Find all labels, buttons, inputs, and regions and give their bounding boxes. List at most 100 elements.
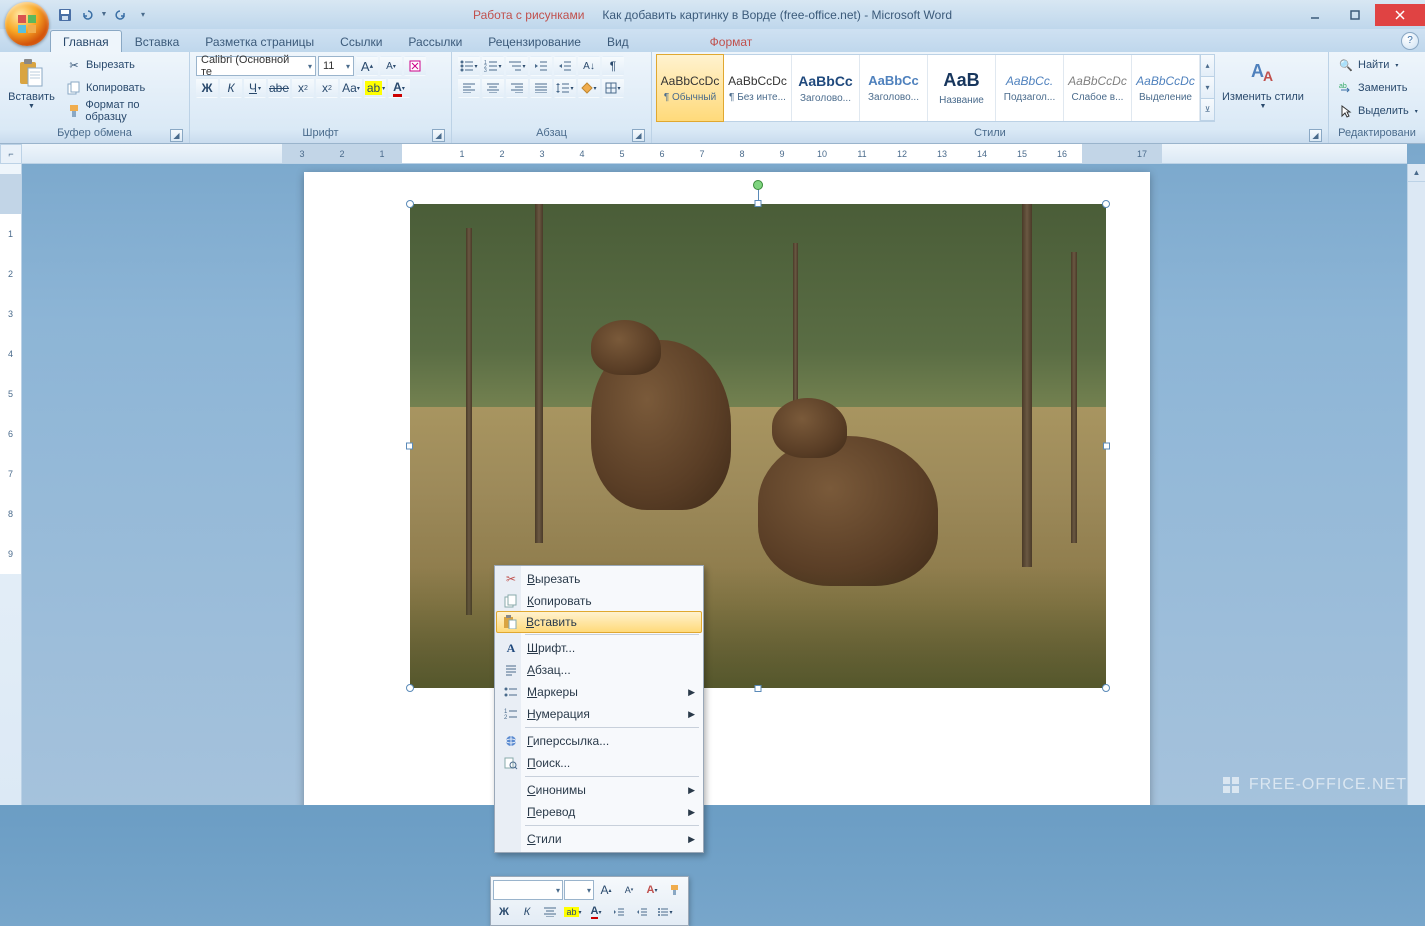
ctx-[interactable]: Абзац... xyxy=(497,659,701,681)
cut-button[interactable]: ✂Вырезать xyxy=(61,54,185,76)
change-styles-button[interactable]: AA Изменить стили ▼ xyxy=(1217,54,1309,127)
tab-рассылки[interactable]: Рассылки xyxy=(395,30,475,52)
format-painter-button[interactable]: Формат по образцу xyxy=(61,100,185,122)
ctx-[interactable]: 12Нумерация▶ xyxy=(497,703,701,725)
clipboard-launcher[interactable]: ◢ xyxy=(170,129,183,142)
handle-s[interactable] xyxy=(755,685,762,692)
tab-вставка[interactable]: Вставка xyxy=(122,30,193,52)
mini-shrink-font[interactable]: A▾ xyxy=(618,880,640,900)
style-item[interactable]: AaBbCcЗаголово... xyxy=(860,55,928,121)
indent-inc-button[interactable] xyxy=(554,56,576,76)
style-item[interactable]: AaBbCcDcСлабое в... xyxy=(1064,55,1132,121)
rotation-handle[interactable] xyxy=(753,180,763,190)
bullets-button[interactable]: ▾ xyxy=(458,56,480,76)
tab-главная[interactable]: Главная xyxy=(50,30,122,52)
align-justify-button[interactable] xyxy=(530,78,552,98)
mini-format-painter[interactable] xyxy=(664,880,686,900)
mini-indent-dec[interactable] xyxy=(608,902,630,922)
align-left-button[interactable] xyxy=(458,78,480,98)
handle-e[interactable] xyxy=(1103,443,1110,450)
gallery-scroll-btn[interactable]: ⊻ xyxy=(1201,99,1214,121)
ctx-[interactable]: Гиперссылка... xyxy=(497,730,701,752)
font-launcher[interactable]: ◢ xyxy=(432,129,445,142)
tab-разметка страницы[interactable]: Разметка страницы xyxy=(192,30,327,52)
page[interactable] xyxy=(304,172,1150,805)
mini-font-combo[interactable] xyxy=(493,880,563,900)
style-item[interactable]: AaBbCcDc¶ Обычный xyxy=(656,54,724,122)
style-item[interactable]: AaBbCcDcВыделение xyxy=(1132,55,1200,121)
office-button[interactable] xyxy=(5,2,49,46)
show-marks-button[interactable]: ¶ xyxy=(602,56,624,76)
clear-format-button[interactable] xyxy=(404,56,426,76)
ruler-vertical[interactable]: 123456789 xyxy=(0,164,22,805)
handle-sw[interactable] xyxy=(406,684,414,692)
ctx-[interactable]: Поиск... xyxy=(497,752,701,774)
mini-italic[interactable]: К xyxy=(516,902,538,922)
mini-align-center[interactable] xyxy=(539,902,561,922)
mini-highlight[interactable]: ab▾ xyxy=(562,902,584,922)
help-icon[interactable]: ? xyxy=(1401,32,1419,50)
select-button[interactable]: Выделить▾ xyxy=(1333,100,1423,122)
italic-button[interactable]: К xyxy=(220,78,242,98)
font-name-combo[interactable]: Calibri (Основной те xyxy=(196,56,316,76)
tab-вид[interactable]: Вид xyxy=(594,30,642,52)
mini-indent-inc[interactable] xyxy=(631,902,653,922)
paste-button[interactable]: Вставить ▼ xyxy=(4,54,59,113)
underline-button[interactable]: Ч▾ xyxy=(244,78,266,98)
replace-button[interactable]: abЗаменить xyxy=(1333,77,1423,99)
mini-font-color[interactable]: A▾ xyxy=(585,902,607,922)
shrink-font-button[interactable]: A▾ xyxy=(380,56,402,76)
ruler-corner[interactable]: ⌐ xyxy=(0,144,22,164)
borders-button[interactable]: ▾ xyxy=(602,78,624,98)
align-center-button[interactable] xyxy=(482,78,504,98)
tab-рецензирование[interactable]: Рецензирование xyxy=(475,30,594,52)
maximize-button[interactable] xyxy=(1335,4,1375,26)
minimize-button[interactable] xyxy=(1295,4,1335,26)
font-color-button[interactable]: A▾ xyxy=(388,78,410,98)
ctx-[interactable]: Копировать xyxy=(497,590,701,612)
shading-button[interactable]: ▾ xyxy=(578,78,600,98)
ctx-[interactable]: Стили▶ xyxy=(497,828,701,850)
indent-dec-button[interactable] xyxy=(530,56,552,76)
canvas[interactable] xyxy=(22,164,1407,805)
strike-button[interactable]: abe xyxy=(268,78,290,98)
handle-w[interactable] xyxy=(406,443,413,450)
ctx-[interactable]: Перевод▶ xyxy=(497,801,701,823)
mini-bold[interactable]: Ж xyxy=(493,902,515,922)
ruler-horizontal[interactable]: 3211234567891011121314151617 xyxy=(22,144,1407,164)
tab-format[interactable]: Формат xyxy=(697,30,766,52)
find-button[interactable]: 🔍Найти▾ xyxy=(1333,54,1423,76)
close-button[interactable] xyxy=(1375,4,1425,26)
paragraph-launcher[interactable]: ◢ xyxy=(632,129,645,142)
styles-gallery[interactable]: AaBbCcDc¶ ОбычныйAaBbCcDc¶ Без инте...Aa… xyxy=(656,54,1215,122)
mini-size-combo[interactable] xyxy=(564,880,594,900)
change-case-button[interactable]: Aa▾ xyxy=(340,78,362,98)
ctx-[interactable]: Маркеры▶ xyxy=(497,681,701,703)
style-item[interactable]: AaBbCc.Подзагол... xyxy=(996,55,1064,121)
font-size-combo[interactable]: 11 xyxy=(318,56,354,76)
bold-button[interactable]: Ж xyxy=(196,78,218,98)
handle-n[interactable] xyxy=(755,200,762,207)
multilevel-button[interactable]: ▾ xyxy=(506,56,528,76)
undo-dropdown-icon[interactable]: ▼ xyxy=(99,5,109,25)
tab-ссылки[interactable]: Ссылки xyxy=(327,30,395,52)
copy-button[interactable]: Копировать xyxy=(61,77,185,99)
superscript-button[interactable]: x2 xyxy=(316,78,338,98)
mini-bullets[interactable]: ▾ xyxy=(654,902,676,922)
subscript-button[interactable]: x2 xyxy=(292,78,314,98)
line-spacing-button[interactable]: ▾ xyxy=(554,78,576,98)
ctx-[interactable]: Вставить xyxy=(496,611,702,633)
style-item[interactable]: AaBbCcЗаголово... xyxy=(792,55,860,121)
handle-ne[interactable] xyxy=(1102,200,1110,208)
handle-se[interactable] xyxy=(1102,684,1110,692)
sort-button[interactable]: A↓ xyxy=(578,56,600,76)
redo-icon[interactable] xyxy=(111,5,131,25)
style-item[interactable]: AaBbCcDc¶ Без инте... xyxy=(724,55,792,121)
styles-launcher[interactable]: ◢ xyxy=(1309,129,1322,142)
numbering-button[interactable]: 123▾ xyxy=(482,56,504,76)
style-item[interactable]: АаВНазвание xyxy=(928,55,996,121)
highlight-button[interactable]: ab▾ xyxy=(364,78,386,98)
undo-icon[interactable] xyxy=(77,5,97,25)
gallery-scroll-btn[interactable]: ▴ xyxy=(1201,55,1214,77)
align-right-button[interactable] xyxy=(506,78,528,98)
